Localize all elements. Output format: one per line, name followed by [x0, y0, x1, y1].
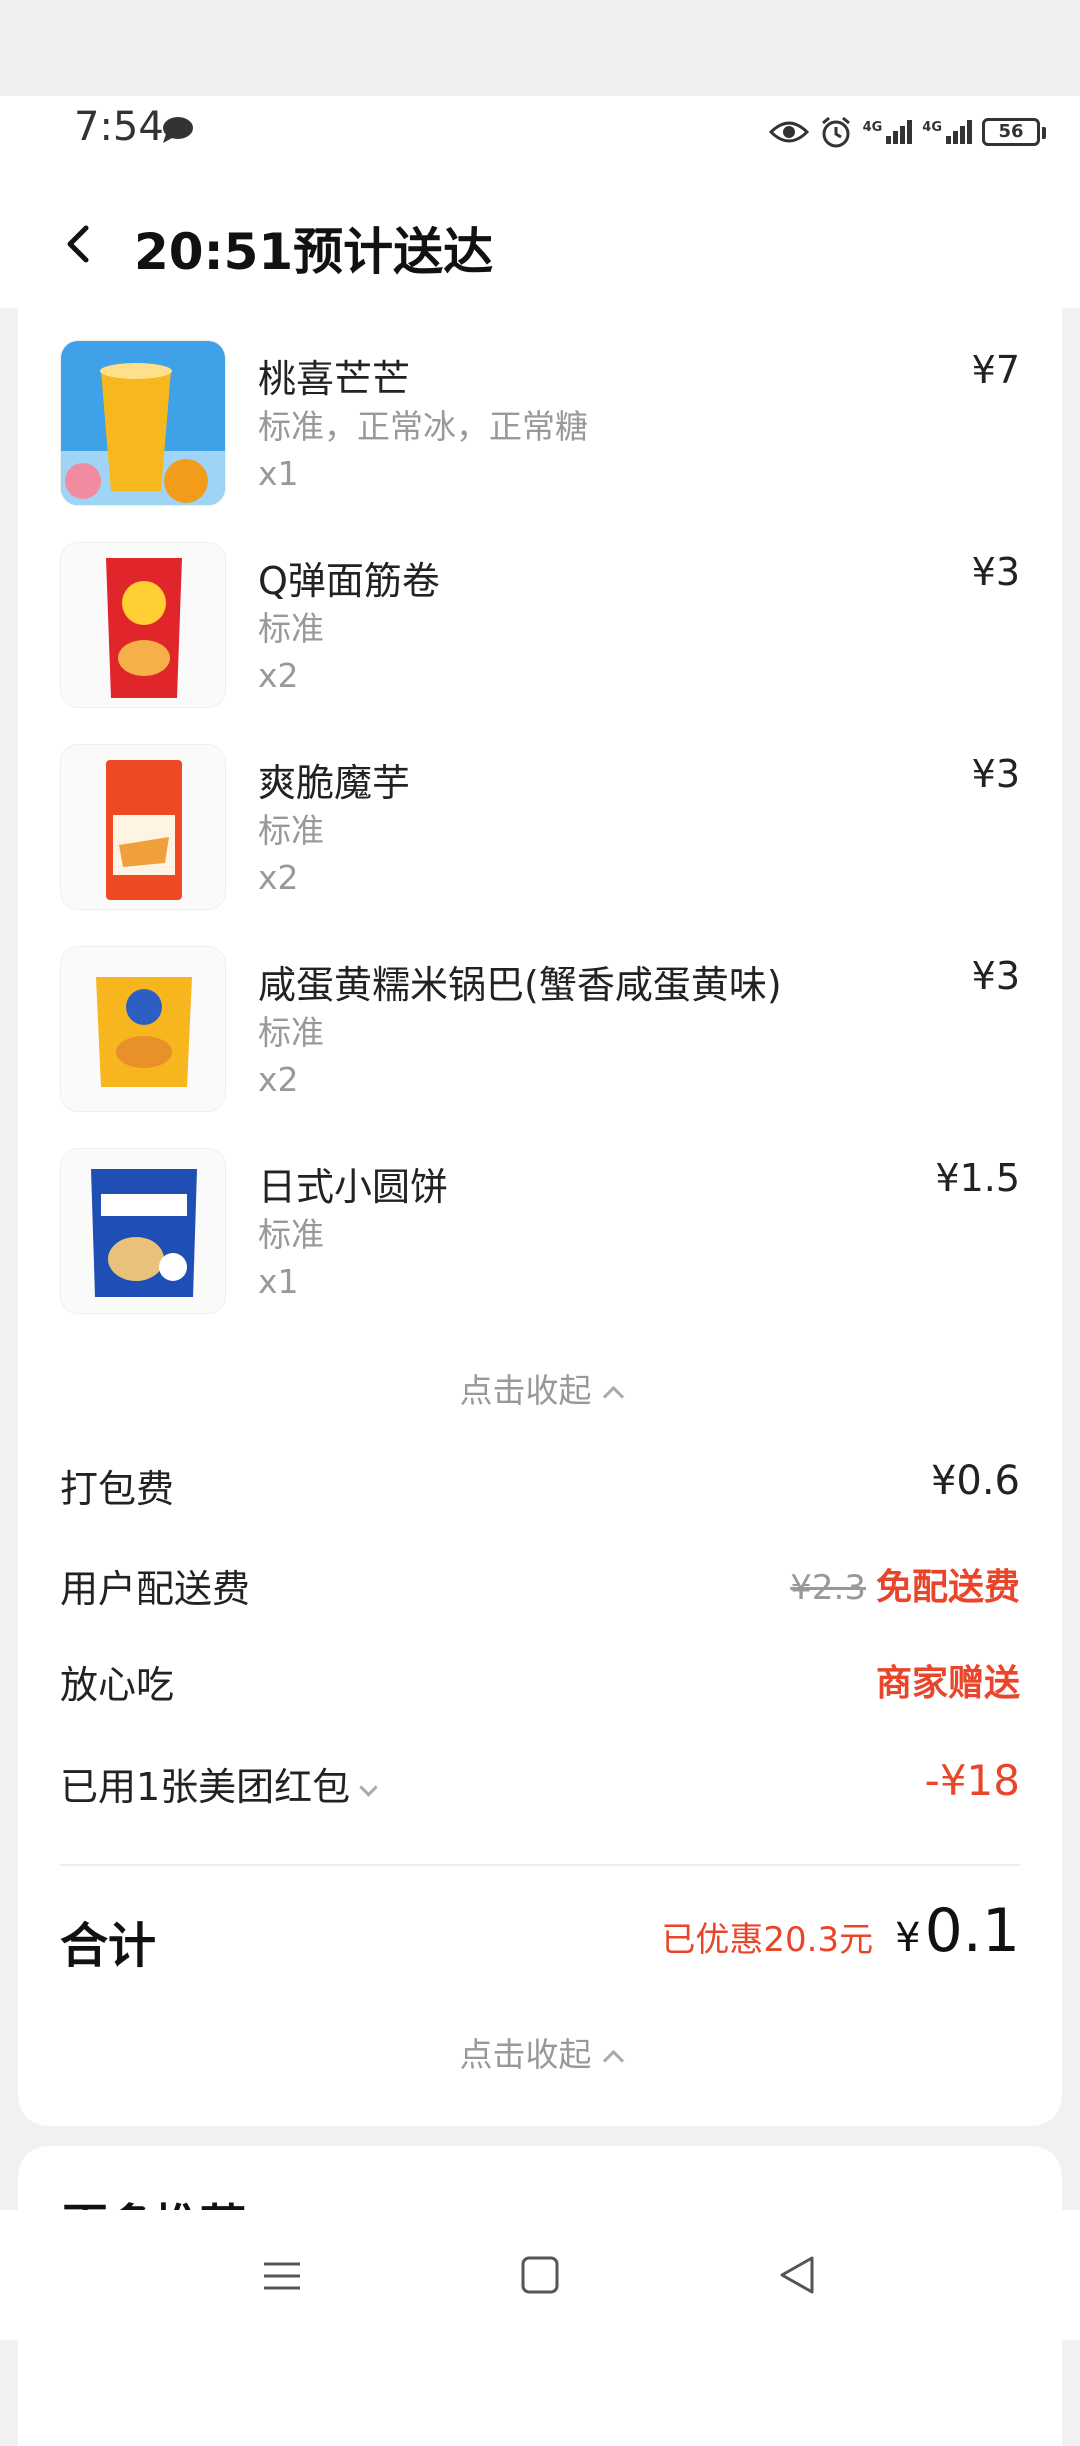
safe-eat-value: 商家赠送 [875, 1663, 1020, 1704]
item-name: 桃喜芒芒 [258, 357, 411, 401]
collapse-summary-button[interactable]: 点击收起 [18, 2028, 1062, 2076]
home-square-icon[interactable] [510, 2248, 570, 2304]
item-qty: x2 [258, 656, 299, 695]
item-price: ¥1.5 [935, 1156, 1020, 1200]
order-item[interactable]: 桃喜芒芒 标准，正常冰，正常糖 x1 ¥7 [60, 340, 1020, 510]
status-bar: 7:54 4G 4G 56 [0, 96, 1080, 170]
total-currency: ¥ [895, 1915, 921, 1961]
chat-bubble-icon [163, 117, 193, 143]
item-spec: 标准 [258, 1013, 324, 1052]
status-icons: 4G 4G 56 [768, 110, 1046, 154]
total-label: 合计 [60, 1918, 157, 1974]
back-triangle-icon[interactable] [768, 2248, 828, 2304]
free-delivery-label: 免配送费 [875, 1567, 1020, 1608]
total-summary: 已优惠20.3元 ¥ 0.1 [661, 1896, 1020, 1966]
divider [60, 1864, 1020, 1866]
status-time: 7:54 [74, 104, 164, 150]
chevron-down-icon [359, 1778, 378, 1797]
delivery-fee-row: 用户配送费 ¥2.3 免配送费 [60, 1558, 1020, 1618]
item-name: 爽脆魔芋 [258, 761, 411, 805]
total-discount: 已优惠20.3元 [661, 1920, 874, 1960]
item-qty: x1 [258, 454, 299, 493]
delivery-fee-value: ¥2.3 免配送费 [790, 1558, 1020, 1610]
signal-1-icon: 4G [863, 120, 913, 144]
order-item[interactable]: 日式小圆饼 标准 x1 ¥1.5 [60, 1148, 1020, 1318]
top-strip [0, 0, 1080, 96]
item-thumbnail [60, 946, 226, 1112]
item-thumbnail [60, 340, 226, 506]
safe-eat-row: 放心吃 商家赠送 [60, 1654, 1020, 1714]
item-qty: x2 [258, 858, 299, 897]
item-price: ¥7 [971, 348, 1020, 392]
order-detail-card: 桃喜芒芒 标准，正常冰，正常糖 x1 ¥7 Q弹面筋卷 标准 x2 ¥3 爽脆魔… [18, 308, 1062, 2126]
page-title: 20:51预计送达 [134, 223, 494, 281]
item-thumbnail [60, 1148, 226, 1314]
item-qty: x1 [258, 1262, 299, 1301]
packing-fee-row: 打包费 ¥0.6 [60, 1458, 1020, 1518]
packing-fee-value: ¥0.6 [930, 1458, 1020, 1504]
battery-icon: 56 [982, 118, 1046, 146]
order-item[interactable]: Q弹面筋卷 标准 x2 ¥3 [60, 542, 1020, 712]
item-price: ¥3 [971, 954, 1020, 998]
item-name: 咸蛋黄糯米锅巴(蟹香咸蛋黄味) [258, 963, 782, 1007]
item-price: ¥3 [971, 752, 1020, 796]
item-name: Q弹面筋卷 [258, 559, 440, 603]
item-thumbnail [60, 744, 226, 910]
total-amount: 0.1 [924, 1896, 1020, 1966]
page-header: 20:51预计送达 [0, 170, 1080, 308]
item-qty: x2 [258, 1060, 299, 1099]
chevron-up-icon [602, 1385, 624, 1408]
coupon-value: -¥18 [924, 1756, 1020, 1805]
safe-eat-label: 放心吃 [60, 1663, 175, 1707]
alarm-icon [821, 116, 850, 148]
delivery-fee-label: 用户配送费 [60, 1567, 251, 1611]
order-item[interactable]: 咸蛋黄糯米锅巴(蟹香咸蛋黄味) 标准 x2 ¥3 [60, 946, 1020, 1116]
signal-2-icon: 4G [922, 120, 972, 144]
item-spec: 标准 [258, 811, 324, 850]
item-spec: 标准，正常冰，正常糖 [258, 407, 588, 446]
back-arrow-icon[interactable] [56, 220, 104, 268]
system-nav-bar [0, 2210, 1080, 2340]
item-thumbnail [60, 542, 226, 708]
coupon-label[interactable]: 已用1张美团红包 [60, 1756, 378, 1811]
packing-fee-label: 打包费 [60, 1467, 175, 1511]
item-spec: 标准 [258, 609, 324, 648]
collapse-items-button[interactable]: 点击收起 [18, 1364, 1062, 1412]
coupon-row[interactable]: 已用1张美团红包 -¥18 [60, 1756, 1020, 1816]
item-name: 日式小圆饼 [258, 1165, 449, 1209]
item-price: ¥3 [971, 550, 1020, 594]
order-item[interactable]: 爽脆魔芋 标准 x2 ¥3 [60, 744, 1020, 914]
item-spec: 标准 [258, 1215, 324, 1254]
menu-icon[interactable] [252, 2248, 312, 2304]
delivery-fee-original: ¥2.3 [790, 1568, 866, 1608]
eye-icon [768, 121, 809, 143]
chevron-up-icon [602, 2049, 624, 2072]
